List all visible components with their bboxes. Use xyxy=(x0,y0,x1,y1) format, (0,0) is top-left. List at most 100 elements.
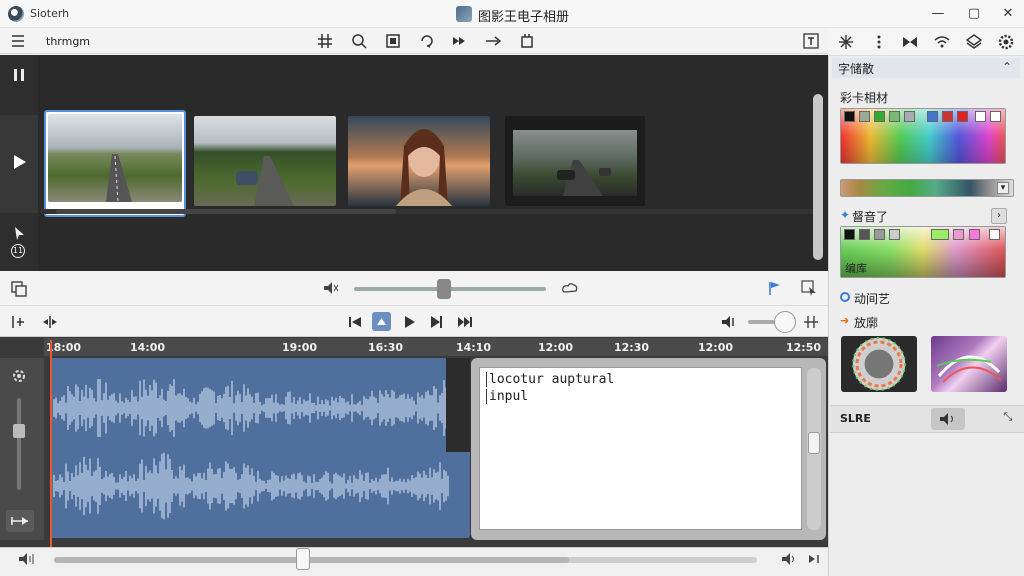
footer-resize-icon[interactable]: ⤡ xyxy=(1000,410,1016,426)
maximize-button[interactable]: ▢ xyxy=(962,4,986,24)
ruler-tick: 12:00 xyxy=(698,341,734,354)
gradient-dropdown-icon[interactable]: ▾ xyxy=(997,182,1009,194)
swatch-dark-gray[interactable] xyxy=(859,229,870,240)
footer-label: SLRE xyxy=(840,412,871,425)
caption-line-1: locotur auptural xyxy=(486,372,614,387)
speaker-mute-icon[interactable] xyxy=(321,278,341,298)
minimize-button[interactable]: — xyxy=(926,4,950,24)
swatch-light-pink[interactable] xyxy=(969,229,980,240)
loop-button[interactable] xyxy=(372,312,391,331)
skip-end-icon[interactable] xyxy=(455,312,475,332)
fast-forward-icon[interactable] xyxy=(449,31,469,51)
scrub-volume-icon[interactable] xyxy=(16,549,36,569)
pointer-select-icon[interactable] xyxy=(799,278,819,298)
text-tool-icon[interactable] xyxy=(801,31,821,51)
effect-thumbnail-1[interactable] xyxy=(841,336,917,392)
swatch-white-2[interactable] xyxy=(990,111,1001,122)
track-settings-icon[interactable] xyxy=(9,366,29,386)
section-animation: 动间艺 xyxy=(854,292,891,306)
loop-icon xyxy=(377,318,386,325)
color-palette-1[interactable] xyxy=(840,108,1006,164)
audio-track-clip[interactable] xyxy=(50,358,470,538)
swatch-gray-blue[interactable] xyxy=(904,111,915,122)
gallery-vertical-scroll[interactable] xyxy=(813,94,823,260)
ruler-tick: 12:50 xyxy=(786,341,822,354)
effects-sparkle-icon[interactable] xyxy=(836,32,856,52)
app-menu[interactable]: Sioterh xyxy=(30,7,69,20)
zoom-icon[interactable] xyxy=(349,31,369,51)
play-button-icon[interactable] xyxy=(399,312,419,332)
gallery-scroll-thumb[interactable] xyxy=(56,209,396,214)
ruler-tick: 12:00 xyxy=(538,341,574,354)
play-icon[interactable] xyxy=(6,149,32,175)
counter-badge-icon: 11 xyxy=(11,244,25,258)
footer-audio-button[interactable] xyxy=(931,408,965,430)
master-volume-knob[interactable] xyxy=(774,311,796,333)
thumbnail-dark-road-cars[interactable] xyxy=(505,116,645,206)
text-scroll-thumb[interactable] xyxy=(808,432,820,454)
color-palette-2[interactable]: 编库 xyxy=(840,226,1006,278)
layers-icon[interactable] xyxy=(9,279,29,299)
swatch-light-green[interactable] xyxy=(889,111,900,122)
track-gain-slider[interactable] xyxy=(17,398,21,490)
swatch-pink[interactable] xyxy=(953,229,964,240)
grid-icon[interactable] xyxy=(315,31,335,51)
thumbnail-woman-sunset[interactable] xyxy=(348,116,490,206)
swatch-gray-green[interactable] xyxy=(859,111,870,122)
cloud-sync-icon[interactable] xyxy=(560,278,580,298)
flag-marker-icon[interactable] xyxy=(764,278,784,298)
timeline-grid-icon[interactable] xyxy=(801,312,821,332)
settings-gear-icon[interactable] xyxy=(996,32,1016,52)
close-button[interactable]: ✕ xyxy=(996,4,1020,24)
radio-icon[interactable] xyxy=(840,292,850,302)
split-clip-icon[interactable] xyxy=(8,312,28,332)
layers-stack-icon[interactable] xyxy=(964,32,984,52)
volume-icon[interactable] xyxy=(719,312,739,332)
waveform-channel-2 xyxy=(53,452,449,520)
track-gain-handle[interactable] xyxy=(13,424,25,438)
frame-icon[interactable] xyxy=(383,31,403,51)
swatch-white[interactable] xyxy=(975,111,986,122)
list-menu-icon[interactable] xyxy=(8,31,28,51)
collapse-chevron-icon[interactable]: ⌃ xyxy=(1002,60,1012,74)
swatch-black-2[interactable] xyxy=(844,229,855,240)
effect-thumbnail-2[interactable] xyxy=(931,336,1007,392)
wifi-icon[interactable] xyxy=(932,32,952,52)
ruler-tick: 16:30 xyxy=(368,341,404,354)
swatch-lime[interactable] xyxy=(931,229,949,240)
expand-arrow-icon[interactable]: › xyxy=(991,208,1007,224)
scrub-speaker-icon[interactable] xyxy=(779,549,799,569)
ruler-tick: 12:30 xyxy=(614,341,650,354)
step-forward-icon[interactable] xyxy=(426,312,446,332)
section-outline: 放廓 xyxy=(854,316,879,330)
caption-text-input[interactable]: locotur auptural inpul xyxy=(479,367,802,530)
swatch-white-3[interactable] xyxy=(989,229,1000,240)
rotate-icon[interactable] xyxy=(417,31,437,51)
panel-header-title: 字储散 xyxy=(838,62,875,76)
pause-icon[interactable] xyxy=(6,62,32,88)
swatch-gray[interactable] xyxy=(874,229,885,240)
section-sound: 督音了 xyxy=(852,210,889,224)
skip-start-icon[interactable] xyxy=(345,312,365,332)
thumbnail-road-landscape[interactable] xyxy=(48,114,182,203)
transition-icon[interactable] xyxy=(900,32,920,52)
swatch-green[interactable] xyxy=(874,111,885,122)
playhead[interactable] xyxy=(50,340,52,550)
swatch-red[interactable] xyxy=(942,111,953,122)
main-toolbar xyxy=(0,28,828,54)
scrub-end-icon[interactable] xyxy=(804,549,824,569)
track-snap-button[interactable] xyxy=(6,510,34,532)
more-options-icon[interactable] xyxy=(869,32,889,52)
swatch-light-gray[interactable] xyxy=(889,229,900,240)
trim-icon[interactable] xyxy=(40,312,60,332)
scrub-handle[interactable] xyxy=(296,548,310,570)
gradient-strip[interactable]: ▾ xyxy=(840,179,1014,197)
section-arrow-icon: ➜ xyxy=(840,314,850,327)
swatch-dark-red[interactable] xyxy=(957,111,968,122)
thumbnail-car-forest-road[interactable] xyxy=(194,116,336,206)
crop-icon[interactable] xyxy=(517,31,537,51)
swatch-black[interactable] xyxy=(844,111,855,122)
preview-volume-handle[interactable] xyxy=(437,279,451,299)
swatch-blue[interactable] xyxy=(927,111,938,122)
arrow-right-icon[interactable] xyxy=(483,31,503,51)
